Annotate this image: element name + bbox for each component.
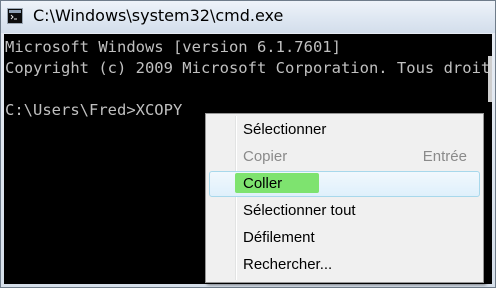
console-prompt-line: C:\Users\Fred>XCOPY bbox=[5, 101, 183, 119]
console-line-1: Microsoft Windows [version 6.1.7601] bbox=[5, 38, 341, 56]
menu-item-label: Coller bbox=[243, 175, 283, 192]
menu-item-select[interactable]: Sélectionner bbox=[209, 117, 480, 143]
menu-item-paste[interactable]: Coller bbox=[209, 171, 480, 197]
menu-item-find[interactable]: Rechercher... bbox=[209, 252, 480, 278]
menu-item-label: Sélectionner bbox=[243, 121, 327, 138]
cmd-icon[interactable] bbox=[7, 8, 23, 24]
menu-item-label: Défilement bbox=[243, 229, 315, 246]
menu-item-scroll[interactable]: Défilement bbox=[209, 225, 480, 251]
menu-item-label: Copier bbox=[243, 148, 288, 165]
menu-item-shortcut: Entrée bbox=[422, 148, 467, 165]
menu-item-label: Rechercher... bbox=[243, 256, 333, 273]
menu-item-select-all[interactable]: Sélectionner tout bbox=[209, 198, 480, 224]
context-menu: Sélectionner Copier Entrée Coller Sélect… bbox=[205, 113, 484, 283]
console-line-2: Copyright (c) 2009 Microsoft Corporation… bbox=[5, 59, 492, 77]
scrollbar-edge[interactable] bbox=[488, 56, 492, 102]
window-title: C:\Windows\system32\cmd.exe bbox=[33, 6, 284, 25]
title-bar[interactable]: C:\Windows\system32\cmd.exe bbox=[1, 1, 495, 33]
menu-item-copy[interactable]: Copier Entrée bbox=[209, 144, 480, 170]
menu-item-label: Sélectionner tout bbox=[243, 202, 356, 219]
